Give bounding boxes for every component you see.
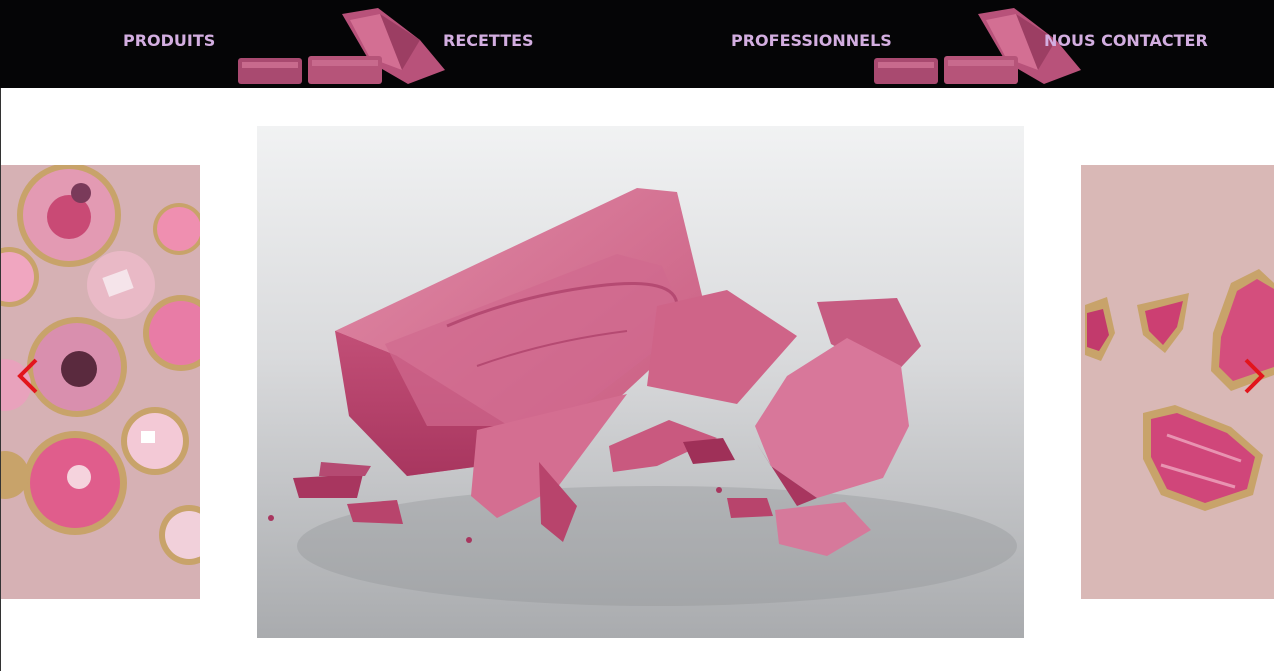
- ruby-chocolate-image: [257, 126, 1024, 638]
- nav-link-produits[interactable]: PRODUITS: [123, 31, 215, 50]
- main-navigation: PRODUITS RECETTES PROFESSIONNELS NOUS CO…: [0, 0, 1274, 88]
- carousel-slide-current-ruby-chocolate[interactable]: [257, 126, 1024, 638]
- image-carousel: [0, 88, 1274, 671]
- chevron-right-icon: [1244, 358, 1265, 394]
- nav-link-nous-contacter[interactable]: NOUS CONTACTER: [1044, 31, 1208, 50]
- nav-link-professionnels[interactable]: PROFESSIONNELS: [731, 31, 892, 50]
- nav-link-recettes[interactable]: RECETTES: [443, 31, 534, 50]
- carousel-next-button[interactable]: [1240, 356, 1268, 396]
- carousel-prev-button[interactable]: [14, 356, 42, 396]
- chevron-left-icon: [17, 358, 38, 394]
- site-header: PRODUITS RECETTES PROFESSIONNELS NOUS CO…: [0, 0, 1274, 88]
